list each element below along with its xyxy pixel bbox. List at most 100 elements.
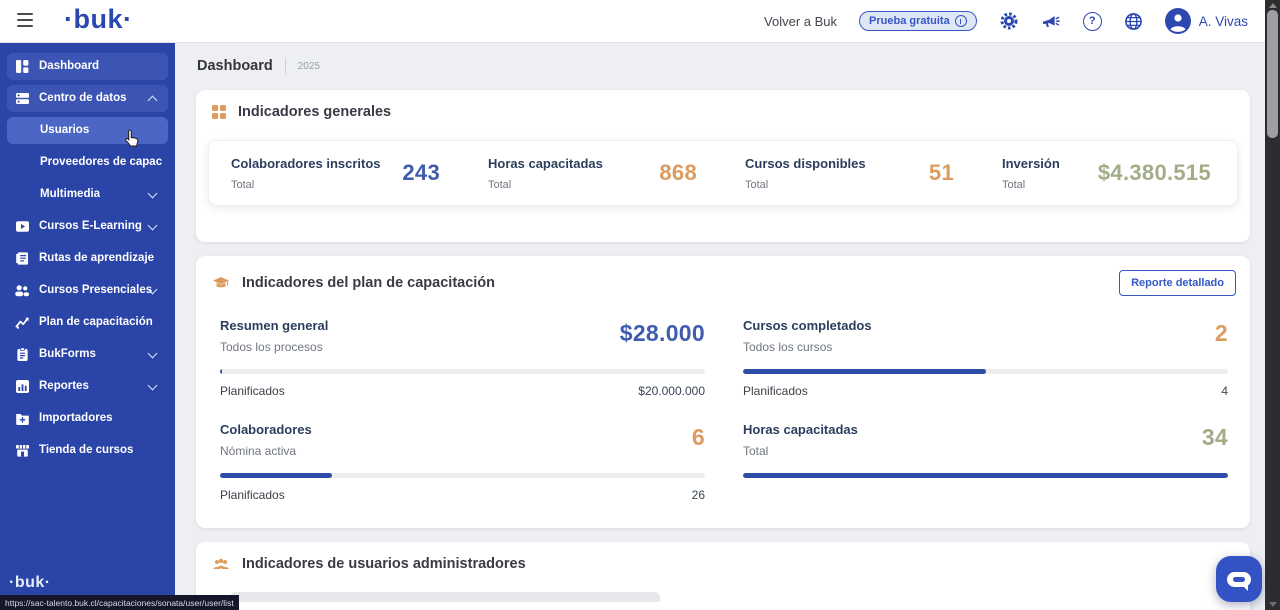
metric-label: Cursos disponibles [745,156,866,171]
progress-bar [220,473,705,478]
sidebar-item-centro-de-datos[interactable]: Centro de datos [7,85,168,112]
topbar: ·buk· Volver a Buk Prueba gratuita [0,0,1280,43]
bar-chart-icon [14,378,30,394]
card-title: Indicadores de usuarios administradores [242,556,1236,572]
plan-metric-colaboradores: Colaboradores Nómina activa 6 Planificad… [220,422,705,502]
sidebar-item-multimedia[interactable]: Multimedia [7,181,168,208]
metric-horas-capacitadas: Horas capacitadas Total 868 [466,141,723,205]
progress-bar [743,369,1228,374]
admin-users-card: Indicadores de usuarios administradores [196,542,1250,610]
scroll-down-arrow-icon[interactable] [1269,602,1277,607]
sidebar-item-bukforms[interactable]: BukForms [7,341,168,368]
scrollbar-thumb[interactable] [1267,10,1278,138]
sidebar: Dashboard Centro de datos Usuarios Prove… [0,42,175,610]
chevron-down-icon [148,188,158,198]
metric-value: 34 [1202,424,1228,451]
storefront-icon [14,442,30,458]
sidebar-item-label: Tienda de cursos [39,444,133,456]
sidebar-item-cursos-elearning[interactable]: Cursos E-Learning [7,213,168,240]
chat-launcher-button[interactable] [1216,556,1262,602]
page-title: Dashboard [197,58,273,74]
sidebar-item-reportes[interactable]: Reportes [7,373,168,400]
sidebar-item-label: Centro de datos [39,92,127,104]
sidebar-item-cursos-presenciales[interactable]: Cursos Presenciales [7,277,168,304]
plan-metric-cursos-completados: Cursos completados Todos los cursos 2 Pl… [743,318,1228,398]
sidebar-item-importadores[interactable]: Importadores [7,405,168,432]
metric-sublabel: Total [488,179,603,191]
metric-title: Horas capacitadas [743,422,858,437]
admin-users-icon [212,558,230,571]
sidebar-item-label: Proveedores de capacitación [40,156,162,168]
metric-cursos-disponibles: Cursos disponibles Total 51 [723,141,980,205]
sidebar-item-rutas-aprendizaje[interactable]: Rutas de aprendizaje [7,245,168,272]
breadcrumb-divider [285,58,286,74]
clipboard-icon [14,346,30,362]
sidebar-item-label: Reportes [39,380,89,392]
metric-sublabel: Total [1002,179,1060,191]
user-menu[interactable]: A. Vivas [1165,8,1248,34]
training-plan-card: Indicadores del plan de capacitación Rep… [196,256,1250,528]
metric-colaboradores-inscritos: Colaboradores inscritos Total 243 [209,141,466,205]
folder-import-icon [14,410,30,426]
sidebar-item-label: Rutas de aprendizaje [39,252,154,264]
sidebar-item-label: Importadores [39,412,113,424]
metric-value: 243 [402,160,440,186]
plan-metric-resumen-general: Resumen general Todos los procesos $28.0… [220,318,705,398]
metric-value: $28.000 [620,320,705,347]
chevron-down-icon [148,348,158,358]
chevron-up-icon [148,95,158,105]
chevron-down-icon [148,220,158,230]
settings-gear-icon[interactable] [999,11,1019,31]
sidebar-item-label: Cursos Presenciales [39,284,152,296]
sidebar-item-label: Dashboard [39,60,99,72]
metric-label: Colaboradores inscritos [231,156,381,171]
trial-badge-label: Prueba gratuita [869,15,950,27]
main-content: Dashboard 2025 Indicadores generales Col… [175,42,1265,610]
detailed-report-button[interactable]: Reporte detallado [1119,270,1236,296]
chat-bubble-icon [1227,572,1251,587]
sidebar-item-label: Usuarios [40,124,89,136]
sidebar-item-plan-capacitacion[interactable]: Plan de capacitación [7,309,168,336]
hamburger-menu-icon[interactable] [17,13,33,27]
metric-title: Resumen general [220,318,328,333]
breadcrumb-year: 2025 [298,61,320,72]
chart-line-icon [14,314,30,330]
sidebar-item-label: Plan de capacitación [39,316,153,328]
card-title: Indicadores del plan de capacitación [242,275,1107,291]
back-to-buk-link[interactable]: Volver a Buk [764,14,837,29]
trial-badge[interactable]: Prueba gratuita [859,11,977,31]
sidebar-item-label: BukForms [39,348,96,360]
general-metrics-row: Colaboradores inscritos Total 243 Horas … [208,140,1238,206]
status-url-tooltip: https://sac-talento.buk.cl/capacitacione… [0,595,239,610]
planned-label: Planificados [220,488,285,502]
sidebar-item-dashboard[interactable]: Dashboard [7,53,168,80]
book-pages-icon [14,250,30,266]
scroll-up-arrow-icon[interactable] [1269,3,1277,8]
card-title: Indicadores generales [238,104,1236,120]
progress-bar [743,473,1228,478]
sidebar-item-proveedores[interactable]: Proveedores de capacitación [7,149,168,176]
avatar [1165,8,1191,34]
announcements-megaphone-icon[interactable] [1041,13,1061,30]
metric-label: Horas capacitadas [488,156,603,171]
metric-sublabel: Total [745,179,866,191]
sidebar-item-tienda-cursos[interactable]: Tienda de cursos [7,437,168,464]
metric-title: Colaboradores [220,422,312,437]
metric-subtitle: Todos los procesos [220,340,328,354]
planned-label: Planificados [220,384,285,398]
sidebar-item-label: Cursos E-Learning [39,220,142,232]
help-icon[interactable]: ? [1083,12,1102,31]
language-globe-icon[interactable] [1124,12,1143,31]
general-indicators-card: Indicadores generales Colaboradores insc… [196,90,1250,242]
buk-logo: ·buk· [64,4,132,35]
metric-value: 51 [929,160,954,186]
planned-value: 26 [692,488,705,502]
vertical-scrollbar[interactable] [1265,0,1280,610]
grid-icon [212,105,226,119]
partial-content-stub [230,592,660,602]
metric-subtitle: Nómina activa [220,444,312,458]
sidebar-item-usuarios[interactable]: Usuarios [7,117,168,144]
people-icon [14,282,30,298]
metric-value: 2 [1215,320,1228,347]
metric-subtitle: Todos los cursos [743,340,872,354]
